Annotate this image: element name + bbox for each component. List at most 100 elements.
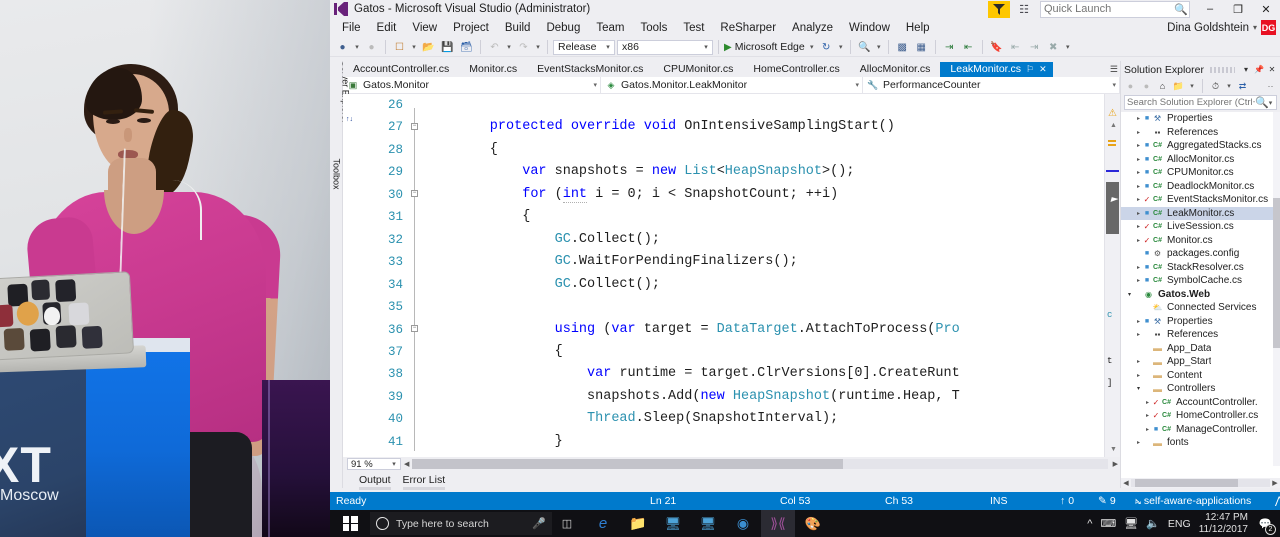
collapsed-arrow-icon[interactable]: ▸ [1134, 277, 1143, 284]
expanded-arrow-icon[interactable]: ▾ [1134, 385, 1143, 392]
solution-explorer-hscrollbar[interactable]: ◀ ▶ [1121, 478, 1280, 488]
tree-item[interactable]: ▸ ■ ⚒ Properties [1121, 112, 1280, 126]
scroll-up-icon[interactable]: ▲ [1110, 122, 1117, 129]
taskbar-visual-studio-icon[interactable]: ⟫⟪ [761, 510, 795, 537]
tree-item[interactable]: ▬ App_Data [1121, 342, 1280, 356]
solution-explorer-vscrollbar[interactable] [1273, 112, 1280, 466]
status-edits[interactable]: ✎ 9 [1098, 495, 1116, 507]
tree-item[interactable]: ▸ ▬ App_Start [1121, 355, 1280, 369]
editor-scrollbar[interactable]: ⚠ ▲ c t ] ▼ [1104, 94, 1120, 457]
tab-monitor[interactable]: Monitor.cs [459, 62, 528, 77]
warning-indicator-icon[interactable]: ⚠ [1108, 108, 1117, 119]
taskbar-browser-icon[interactable]: ◉ [726, 510, 760, 537]
collapsed-arrow-icon[interactable]: ▸ [1134, 318, 1143, 325]
collapsed-arrow-icon[interactable]: ▸ [1134, 223, 1143, 230]
new-project-icon[interactable]: ☐ [391, 39, 408, 55]
tree-item[interactable]: ▸ ▪▪ References [1121, 126, 1280, 140]
collapsed-arrow-icon[interactable]: ▸ [1134, 358, 1143, 365]
scrollbar-thumb[interactable] [1106, 182, 1119, 234]
feedback-funnel-icon[interactable] [988, 0, 1010, 18]
menu-resharper[interactable]: ReSharper [712, 20, 784, 36]
solution-explorer-search-input[interactable] [1127, 97, 1256, 108]
collapsed-arrow-icon[interactable]: ▸ [1143, 399, 1152, 406]
tab-overflow-icon[interactable]: ☰ [1110, 64, 1118, 75]
minimize-button[interactable]: ‒ [1196, 0, 1224, 18]
collapsed-arrow-icon[interactable]: ▸ [1134, 156, 1143, 163]
tab-homecontroller[interactable]: HomeController.cs [743, 62, 850, 77]
collapsed-arrow-icon[interactable]: ▸ [1134, 210, 1143, 217]
chevron-down-icon[interactable]: ▾ [837, 43, 845, 51]
menu-edit[interactable]: Edit [369, 20, 405, 36]
collapsed-arrow-icon[interactable]: ▸ [1134, 169, 1143, 176]
project-dropdown[interactable]: ▣ Gatos.Monitor ▾ [343, 77, 601, 93]
notifications-icon[interactable]: ☷ [1016, 1, 1032, 17]
tree-item[interactable]: ▸ ▬ Content [1121, 369, 1280, 383]
expanded-arrow-icon[interactable]: ▾ [1125, 291, 1134, 298]
tab-accountcontroller[interactable]: AccountController.cs [343, 62, 460, 77]
chevron-down-icon[interactable]: ▾ [875, 43, 883, 51]
code-editor[interactable]: ↑↓ 26 27 28 29 30 31 32 33 34 35 36 37 3… [343, 94, 1120, 457]
collapsed-arrow-icon[interactable]: ▸ [1134, 183, 1143, 190]
collapsed-arrow-icon[interactable]: ▸ [1134, 264, 1143, 271]
menu-help[interactable]: Help [898, 20, 938, 36]
solution-explorer-hscroll-thumb[interactable] [1135, 479, 1238, 487]
tree-item[interactable]: ▸ ▬ fonts [1121, 436, 1280, 450]
status-repository[interactable]: ⦮ self-aware-applications [1135, 495, 1251, 508]
tree-item[interactable]: ▸ ✓ C# AccountController. [1121, 396, 1280, 410]
tree-item[interactable]: ▸ ■ C# LeakMonitor.cs [1121, 206, 1280, 220]
taskbar-remote-desktop-icon-2[interactable]: 🖥 [691, 510, 725, 537]
outlining-margin[interactable]: − − − [409, 94, 421, 457]
menu-team[interactable]: Team [588, 20, 632, 36]
collapsed-arrow-icon[interactable]: ▸ [1134, 115, 1143, 122]
tree-item[interactable]: ■ ⚙ packages.config [1121, 247, 1280, 261]
tree-item[interactable]: ▸ ✓ C# Monitor.cs [1121, 234, 1280, 248]
redo-dropdown-icon[interactable]: ▾ [534, 43, 542, 51]
touch-keyboard-icon[interactable]: ⌨ [1100, 517, 1116, 530]
tab-cpumonitor[interactable]: CPUMonitor.cs [653, 62, 744, 77]
avatar[interactable]: DG [1261, 20, 1276, 35]
pending-changes-icon[interactable]: ⏱ [1209, 80, 1222, 93]
collapsed-arrow-icon[interactable]: ▸ [1134, 196, 1143, 203]
tree-item[interactable]: ▸ ■ C# AggregatedStacks.cs [1121, 139, 1280, 153]
chevron-down-icon[interactable]: ▾ [1267, 99, 1274, 107]
tab-error-list[interactable]: Error List [402, 474, 445, 490]
tree-item[interactable]: ▸ ■ C# AllocMonitor.cs [1121, 153, 1280, 167]
taskbar-paint-icon[interactable]: 🎨 [796, 510, 830, 537]
scroll-left-icon[interactable]: ◀ [1121, 479, 1131, 487]
chevron-down-icon[interactable]: ▾ [1225, 82, 1233, 90]
action-center-icon[interactable]: 💬 2 [1256, 515, 1276, 535]
tree-item[interactable]: ▸ ✓ C# EventStacksMonitor.cs [1121, 193, 1280, 207]
menu-build[interactable]: Build [497, 20, 539, 36]
scroll-left-icon[interactable]: ◀ [404, 460, 409, 468]
quick-launch-box[interactable]: 🔍 [1040, 0, 1190, 18]
code-text[interactable]: protected override void OnIntensiveSampl… [421, 94, 1104, 457]
network-icon[interactable]: 🖥 [1124, 517, 1138, 530]
tree-item[interactable]: ▸ ■ C# CPUMonitor.cs [1121, 166, 1280, 180]
windows-start-icon[interactable] [330, 510, 370, 537]
chevron-down-icon[interactable]: ▾ [808, 43, 816, 51]
save-all-icon[interactable]: 🗃 [458, 39, 475, 55]
refresh-icon[interactable]: ↻ [818, 39, 835, 55]
redo-icon[interactable]: ↷ [515, 39, 532, 55]
status-branch[interactable]: ⋀ master ▴ [1275, 495, 1280, 507]
collapsed-arrow-icon[interactable]: ▸ [1134, 372, 1143, 379]
restore-button[interactable]: ❐ [1224, 0, 1252, 18]
open-file-icon[interactable]: 📂 [420, 39, 437, 55]
taskbar-file-explorer-icon[interactable]: 📁 [621, 510, 655, 537]
zoom-level-combo[interactable]: 91 % ▾ [347, 458, 401, 470]
tree-item[interactable]: ▸ ✓ C# LiveSession.cs [1121, 220, 1280, 234]
close-button[interactable]: ✕ [1252, 0, 1280, 18]
menu-analyze[interactable]: Analyze [784, 20, 841, 36]
collapse-region-icon[interactable]: − [411, 123, 418, 130]
uncomment-icon[interactable]: ▦ [913, 39, 930, 55]
task-view-icon[interactable]: ◫ [552, 517, 582, 530]
next-bookmark-icon[interactable]: ⇥ [1026, 39, 1043, 55]
menu-view[interactable]: View [404, 20, 445, 36]
find-icon[interactable]: 🔍 [856, 39, 873, 55]
pin-icon[interactable]: ⚐ [1026, 64, 1034, 75]
horizontal-scrollbar[interactable] [412, 459, 1108, 469]
close-icon[interactable]: ✕ [1039, 64, 1047, 75]
tree-item[interactable]: ▸ ■ C# StackResolver.cs [1121, 261, 1280, 275]
input-language[interactable]: ENG [1168, 518, 1191, 530]
pin-icon[interactable]: 📌 [1254, 65, 1264, 74]
